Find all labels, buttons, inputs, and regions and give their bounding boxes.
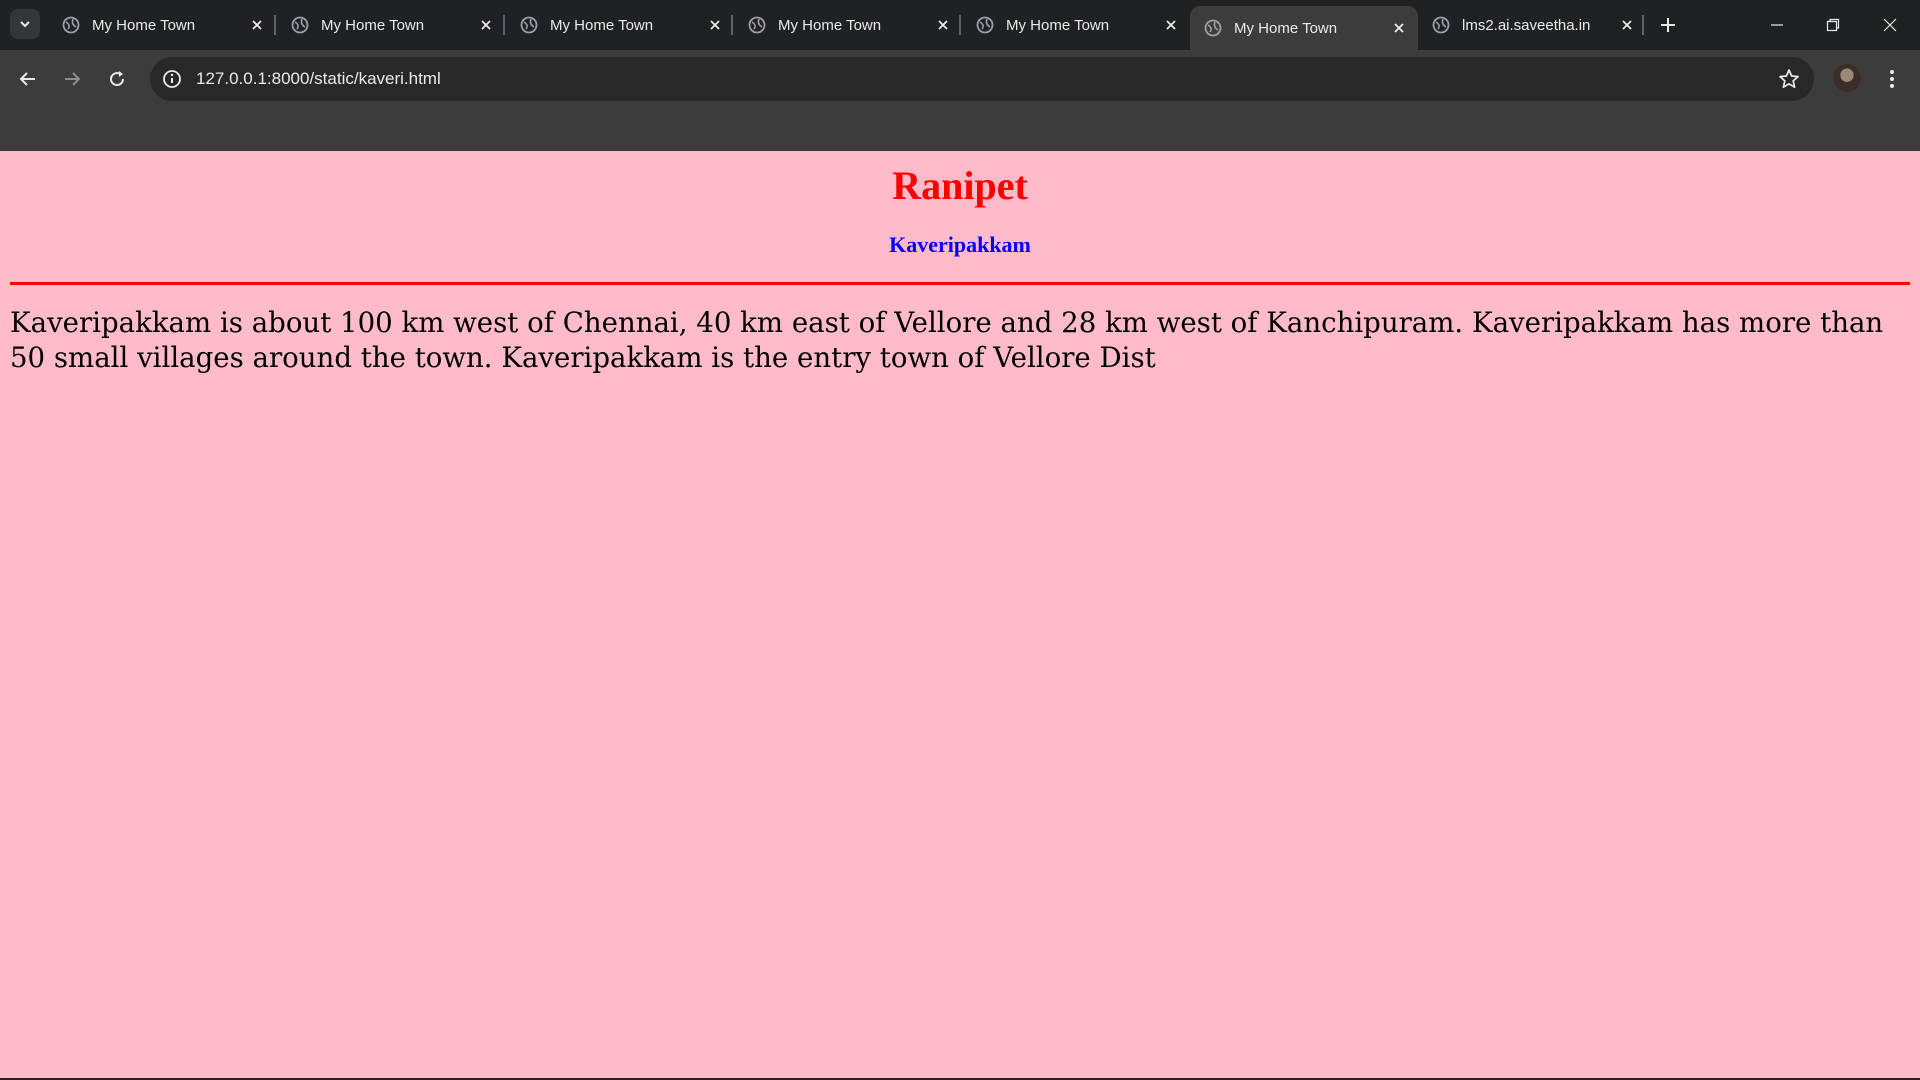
globe-icon bbox=[748, 16, 766, 34]
browser-menu-button[interactable] bbox=[1880, 63, 1904, 95]
back-button[interactable] bbox=[12, 63, 44, 95]
address-bar[interactable]: 127.0.0.1:8000/static/kaveri.html bbox=[150, 57, 1814, 101]
tab-strip: My Home Town My Home Town My Home Town M… bbox=[0, 0, 1920, 50]
globe-icon bbox=[291, 16, 309, 34]
close-icon[interactable] bbox=[1162, 16, 1180, 34]
minimize-icon bbox=[1771, 24, 1783, 26]
new-tab-button[interactable] bbox=[1654, 11, 1682, 39]
reload-button[interactable] bbox=[101, 63, 133, 95]
globe-icon bbox=[1432, 16, 1450, 34]
chevron-down-icon bbox=[20, 21, 30, 28]
tab-7[interactable]: lms2.ai.saveetha.in bbox=[1418, 6, 1646, 44]
tab-title: My Home Town bbox=[550, 16, 654, 34]
tab-separator bbox=[731, 15, 733, 35]
tab-title: My Home Town bbox=[778, 16, 882, 34]
tab-separator bbox=[1642, 15, 1644, 35]
tab-separator bbox=[503, 15, 505, 35]
arrow-right-icon bbox=[65, 72, 81, 86]
tab-search-button[interactable] bbox=[10, 9, 40, 39]
tab-title: My Home Town bbox=[1234, 19, 1338, 37]
globe-icon bbox=[1204, 19, 1222, 37]
tab-1[interactable]: My Home Town bbox=[48, 6, 276, 44]
tab-title: lms2.ai.saveetha.in bbox=[1462, 16, 1591, 34]
reload-icon bbox=[110, 71, 125, 87]
body-paragraph: Kaveripakkam is about 100 km west of Che… bbox=[10, 306, 1884, 374]
page-content: Ranipet Kaveripakkam Kaveripakkam is abo… bbox=[0, 151, 1920, 1078]
close-icon bbox=[1883, 18, 1897, 32]
info-icon[interactable] bbox=[162, 69, 182, 89]
page-title: Ranipet bbox=[892, 163, 1028, 208]
close-icon[interactable] bbox=[1390, 19, 1408, 37]
tab-2[interactable]: My Home Town bbox=[277, 6, 505, 44]
close-icon[interactable] bbox=[1618, 16, 1636, 34]
tab-title: My Home Town bbox=[321, 16, 425, 34]
globe-icon bbox=[62, 16, 80, 34]
close-icon[interactable] bbox=[248, 16, 266, 34]
tab-6-active[interactable]: My Home Town bbox=[1190, 6, 1418, 50]
globe-icon bbox=[520, 16, 538, 34]
browser-toolbar: 127.0.0.1:8000/static/kaveri.html bbox=[0, 50, 1920, 108]
url-text[interactable]: 127.0.0.1:8000/static/kaveri.html bbox=[196, 69, 441, 89]
plus-icon bbox=[1661, 18, 1675, 32]
bookmarks-bar bbox=[0, 108, 1920, 151]
tab-5[interactable]: My Home Town bbox=[962, 6, 1190, 44]
minimize-button[interactable] bbox=[1760, 8, 1794, 42]
tab-3[interactable]: My Home Town bbox=[506, 6, 734, 44]
horizontal-rule bbox=[10, 282, 1910, 285]
forward-button[interactable] bbox=[56, 63, 88, 95]
page-subtitle: Kaveripakkam bbox=[889, 232, 1031, 257]
close-icon[interactable] bbox=[706, 16, 724, 34]
tab-title: My Home Town bbox=[92, 16, 196, 34]
close-icon[interactable] bbox=[934, 16, 952, 34]
restore-icon bbox=[1826, 18, 1840, 32]
window-close-button[interactable] bbox=[1873, 8, 1907, 42]
tab-title: My Home Town bbox=[1006, 16, 1110, 34]
close-icon[interactable] bbox=[477, 16, 495, 34]
tab-4[interactable]: My Home Town bbox=[734, 6, 962, 44]
arrow-left-icon bbox=[19, 72, 35, 86]
tab-separator bbox=[274, 15, 276, 35]
restore-button[interactable] bbox=[1816, 8, 1850, 42]
profile-avatar[interactable] bbox=[1833, 64, 1861, 92]
star-icon[interactable] bbox=[1778, 68, 1800, 90]
globe-icon bbox=[976, 16, 994, 34]
more-vertical-icon bbox=[1890, 70, 1894, 88]
tab-separator bbox=[959, 15, 961, 35]
